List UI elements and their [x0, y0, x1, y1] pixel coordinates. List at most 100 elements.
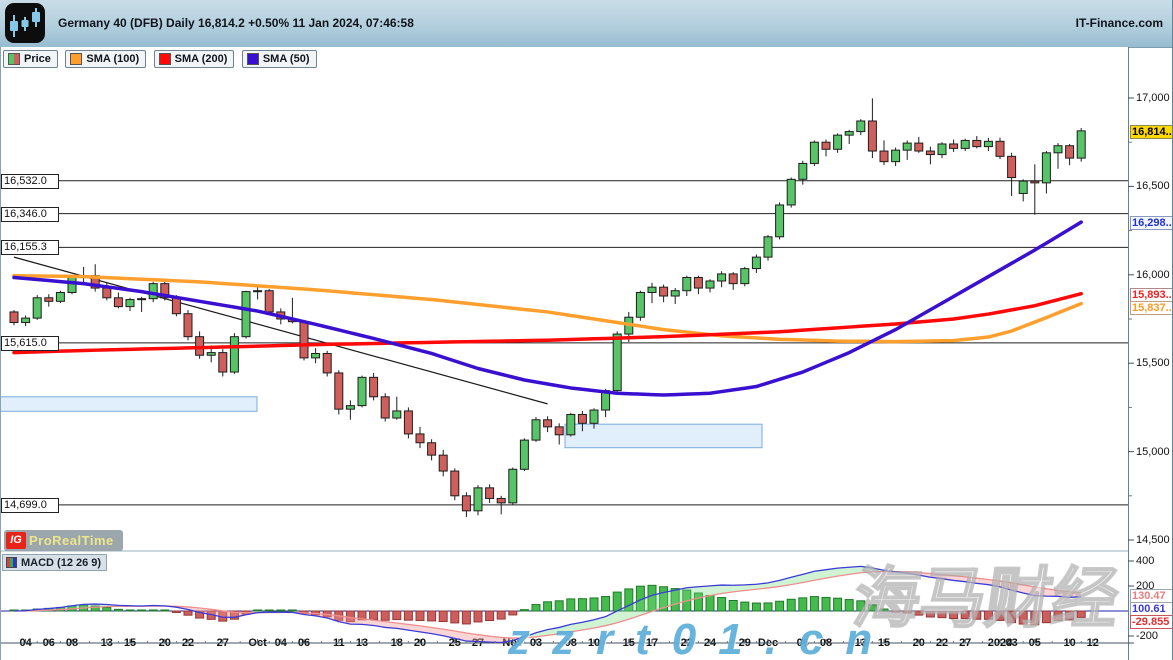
candle-down — [428, 443, 436, 455]
candle-down — [439, 455, 447, 471]
macd-histogram-bar-down — [172, 611, 180, 612]
candle-down — [416, 434, 424, 443]
candle-up — [312, 353, 320, 357]
macd-legend-label: MACD (12 26 9) — [21, 557, 101, 569]
candle-up — [648, 287, 656, 292]
prorealtime-label: ProRealTime — [29, 533, 114, 548]
level-label[interactable]: 16,532.0 — [1, 174, 59, 189]
candle-down — [973, 140, 981, 146]
macd-histogram-bar-down — [486, 611, 494, 621]
macd-histogram-bar-down — [370, 611, 378, 620]
macd-histogram-bar-down — [1054, 611, 1062, 621]
candle-down — [660, 287, 668, 296]
macd-histogram-bar-down — [961, 611, 969, 619]
candle-down — [370, 377, 378, 396]
candle-down — [926, 151, 934, 155]
candle-down — [729, 274, 737, 284]
candle-up — [393, 411, 401, 418]
candle-up — [33, 298, 41, 318]
candle-down — [219, 353, 227, 372]
macd-histogram-bar-up — [149, 610, 157, 611]
macd-histogram-bar-up — [706, 595, 714, 611]
candle-up — [892, 150, 900, 161]
candle-up — [810, 142, 818, 163]
candle-up — [845, 132, 853, 136]
prorealtime-logo[interactable]: IG ProRealTime — [4, 530, 123, 551]
candle-down — [265, 291, 273, 312]
candle-down — [10, 312, 18, 323]
candle-down — [184, 314, 192, 337]
candle-up — [520, 440, 528, 469]
level-label[interactable]: 15,615.0 — [1, 336, 59, 351]
candle-up — [938, 144, 946, 155]
macd-histogram-bar-up — [787, 599, 795, 611]
macd-histogram-bar-down — [1066, 611, 1074, 620]
candle-down — [544, 420, 552, 427]
candle-up — [1077, 131, 1085, 158]
macd-histogram-bar-down — [474, 611, 482, 622]
macd-histogram-bar-up — [764, 603, 772, 611]
candle-down — [114, 298, 122, 307]
macd-histogram-bar-up — [103, 608, 111, 611]
level-label[interactable]: 14,699.0 — [1, 498, 59, 513]
candle-up — [138, 299, 146, 300]
level-label[interactable]: 16,346.0 — [1, 207, 59, 222]
macd-histogram-bar-up — [161, 610, 169, 611]
candle-up — [509, 469, 517, 503]
macd-histogram-bar-up — [126, 610, 134, 611]
macd-histogram-bar-down — [393, 611, 401, 620]
candle-down — [555, 427, 563, 435]
candle-down — [103, 288, 111, 298]
macd-histogram-bar-down — [1019, 611, 1027, 624]
candle-down — [300, 322, 308, 358]
candle-up — [834, 135, 842, 149]
macd-histogram-bar-down — [973, 611, 981, 619]
macd-histogram-bar-up — [138, 610, 146, 611]
macd-histogram-bar-up — [288, 610, 296, 611]
support-zone — [0, 397, 257, 411]
macd-histogram-bar-down — [439, 611, 447, 622]
candle-down — [462, 496, 470, 511]
macd-histogram-bar-down — [451, 611, 459, 623]
candle-up — [567, 414, 575, 434]
candle-down — [1031, 181, 1039, 183]
macd-histogram-bar-up — [810, 597, 818, 611]
candle-up — [787, 179, 795, 205]
macd-histogram-bar-down — [1031, 611, 1039, 625]
macd-histogram-bar-down — [184, 611, 192, 615]
macd-histogram-bar-up — [254, 610, 262, 611]
macd-histogram-bar-down — [926, 611, 934, 617]
support-zone — [565, 424, 762, 448]
macd-histogram-bar-up — [718, 598, 726, 611]
candle-up — [126, 300, 134, 307]
candle-up — [961, 140, 969, 148]
candle-down — [1066, 146, 1074, 158]
macd-histogram-bar-up — [729, 600, 737, 611]
macd-series-icon — [6, 557, 17, 568]
ig-logo-icon: IG — [6, 532, 26, 549]
candle-up — [799, 163, 807, 179]
candle-up — [1042, 153, 1050, 183]
macd-histogram-bar-down — [915, 611, 923, 615]
level-label[interactable]: 16,155.3 — [1, 240, 59, 255]
candle-up — [358, 377, 366, 405]
candle-up — [741, 269, 749, 284]
macd-histogram-bar-down — [892, 611, 900, 612]
candle-down — [915, 143, 923, 151]
candle-up — [776, 205, 784, 237]
macd-histogram-bar-up — [578, 599, 586, 611]
candle-up — [532, 420, 540, 440]
macd-histogram-bar-up — [555, 601, 563, 611]
macd-histogram-bar-down — [381, 611, 389, 620]
macd-histogram-bar-down — [1008, 611, 1016, 623]
macd-indicator-legend[interactable]: MACD (12 26 9) — [2, 554, 107, 571]
price-chart-canvas[interactable] — [0, 0, 1173, 660]
macd-histogram-bar-down — [938, 611, 946, 618]
macd-histogram-bar-down — [428, 611, 436, 621]
macd-histogram-bar-down — [950, 611, 958, 619]
macd-histogram-bar-up — [752, 603, 760, 611]
candle-up — [671, 291, 679, 296]
candle-up — [590, 410, 598, 423]
candle-down — [950, 144, 958, 148]
macd-histogram-bar-up — [845, 600, 853, 611]
